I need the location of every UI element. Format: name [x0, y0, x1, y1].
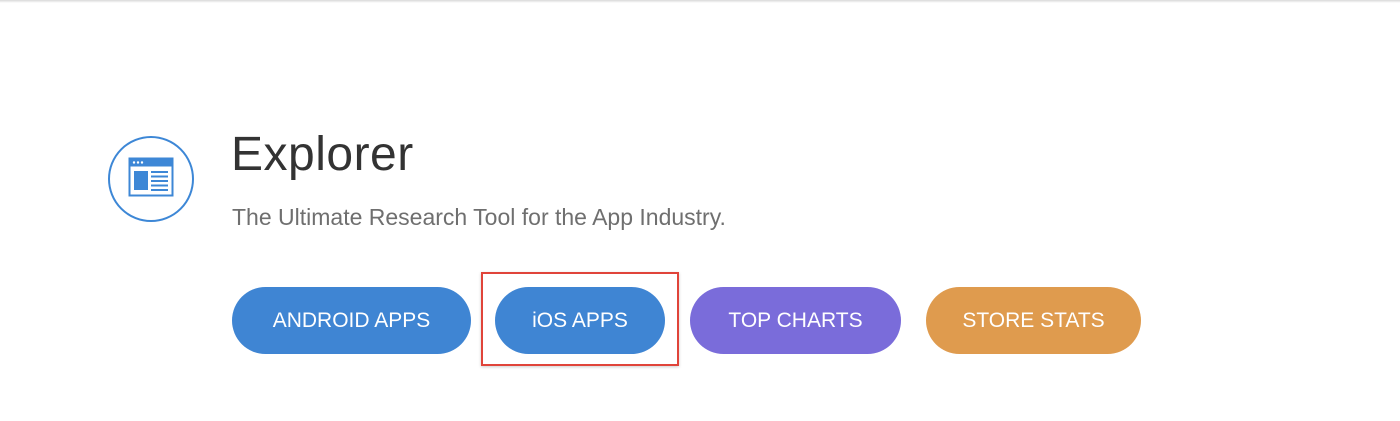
android-apps-button[interactable]: ANDROID APPS	[232, 287, 471, 354]
page-title: Explorer	[231, 128, 414, 181]
browser-window-icon	[128, 157, 174, 197]
store-stats-button[interactable]: STORE STATS	[926, 287, 1141, 354]
top-edge-shadow	[0, 0, 1400, 3]
explorer-logo	[108, 136, 194, 222]
top-charts-button[interactable]: TOP CHARTS	[690, 287, 901, 354]
page-subtitle: The Ultimate Research Tool for the App I…	[232, 204, 726, 230]
ios-apps-button[interactable]: iOS APPS	[495, 287, 665, 354]
